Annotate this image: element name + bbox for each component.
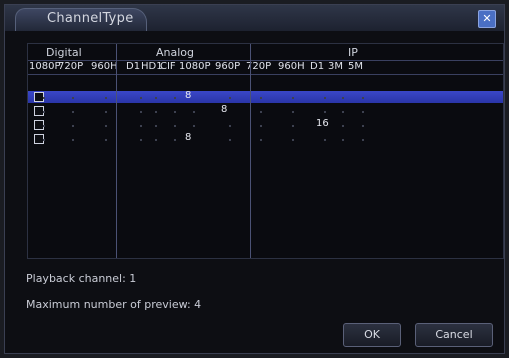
empty-cell-dot	[43, 97, 45, 99]
empty-cell-dot	[292, 139, 294, 141]
column-header-5m: 5M	[348, 61, 363, 72]
empty-cell-dot	[324, 111, 326, 113]
empty-cell-dot	[193, 125, 195, 127]
empty-cell-dot	[140, 111, 142, 113]
column-header-cif: CIF	[160, 61, 176, 72]
group-ip-label: IP	[348, 46, 358, 59]
empty-cell-dot	[140, 139, 142, 141]
empty-cell-dot	[43, 139, 45, 141]
empty-cell-dot	[229, 139, 231, 141]
column-header-d1: D1	[126, 61, 141, 72]
empty-cell-dot	[362, 97, 364, 99]
empty-cell-dot	[155, 111, 157, 113]
empty-cell-dot	[174, 97, 176, 99]
empty-cell-dot	[140, 125, 142, 127]
empty-cell-dot	[105, 111, 107, 113]
channel-count: 8	[185, 132, 192, 143]
playback-channel-text: Playback channel: 1	[26, 272, 137, 285]
empty-cell-dot	[362, 125, 364, 127]
column-header-1080p: 1080P	[29, 61, 61, 72]
empty-cell-dot	[72, 125, 74, 127]
empty-cell-dot	[292, 125, 294, 127]
column-header-960h: 960H	[278, 61, 305, 72]
title-bar: ChannelType ✕	[5, 5, 504, 31]
empty-cell-dot	[174, 139, 176, 141]
empty-cell-dot	[72, 97, 74, 99]
channel-row[interactable]: 8	[28, 104, 503, 117]
channel-row[interactable]: 8	[28, 90, 503, 103]
column-header-3m: 3M	[328, 61, 343, 72]
empty-cell-dot	[229, 125, 231, 127]
empty-cell-dot	[229, 97, 231, 99]
channel-type-grid: Digital Analog IP 1080P 720P 960H D1 HD1 CIF 1…	[27, 43, 504, 259]
empty-cell-dot	[292, 97, 294, 99]
dialog-title: ChannelType	[47, 11, 134, 26]
empty-cell-dot	[105, 97, 107, 99]
group-analog-label: Analog	[156, 46, 195, 59]
empty-cell-dot	[155, 125, 157, 127]
empty-cell-dot	[174, 111, 176, 113]
divider-analog-ip	[250, 44, 251, 258]
channel-count: 8	[221, 104, 228, 115]
empty-cell-dot	[342, 139, 344, 141]
channel-type-dialog: ChannelType ✕ Digital Analog IP 1080P 720…	[4, 4, 505, 354]
empty-cell-dot	[362, 111, 364, 113]
divider-digital-analog	[116, 44, 117, 258]
empty-cell-dot	[362, 139, 364, 141]
column-header-960p: 960P	[215, 61, 241, 72]
cancel-button[interactable]: Cancel	[415, 323, 493, 347]
empty-cell-dot	[260, 111, 262, 113]
empty-cell-dot	[105, 139, 107, 141]
empty-cell-dot	[260, 139, 262, 141]
empty-cell-dot	[155, 97, 157, 99]
close-icon[interactable]: ✕	[478, 10, 496, 28]
empty-cell-dot	[43, 111, 45, 113]
empty-cell-dot	[342, 125, 344, 127]
empty-cell-dot	[342, 111, 344, 113]
empty-cell-dot	[174, 125, 176, 127]
empty-cell-dot	[292, 111, 294, 113]
empty-cell-dot	[155, 139, 157, 141]
column-header-d1: D1	[310, 61, 325, 72]
empty-cell-dot	[260, 125, 262, 127]
channel-row[interactable]: 8	[28, 132, 503, 145]
column-header-row: 1080P 720P 960H D1 HD1 CIF 1080P 960P 720P 960H D1…	[28, 60, 503, 75]
ok-button[interactable]: OK	[343, 323, 401, 347]
column-header-720p: 720P	[58, 61, 84, 72]
empty-cell-dot	[43, 125, 45, 127]
empty-cell-dot	[72, 111, 74, 113]
empty-cell-dot	[193, 111, 195, 113]
empty-cell-dot	[324, 139, 326, 141]
channel-count: 16	[316, 118, 329, 129]
empty-cell-dot	[324, 97, 326, 99]
empty-cell-dot	[342, 97, 344, 99]
empty-cell-dot	[105, 125, 107, 127]
channel-row[interactable]: 16	[28, 118, 503, 131]
column-header-1080p: 1080P	[179, 61, 211, 72]
empty-cell-dot	[140, 97, 142, 99]
max-preview-text: Maximum number of preview: 4	[26, 298, 202, 311]
empty-cell-dot	[260, 97, 262, 99]
empty-cell-dot	[72, 139, 74, 141]
channel-count: 8	[185, 90, 192, 101]
column-header-960h: 960H	[91, 61, 118, 72]
group-digital-label: Digital	[46, 46, 82, 59]
